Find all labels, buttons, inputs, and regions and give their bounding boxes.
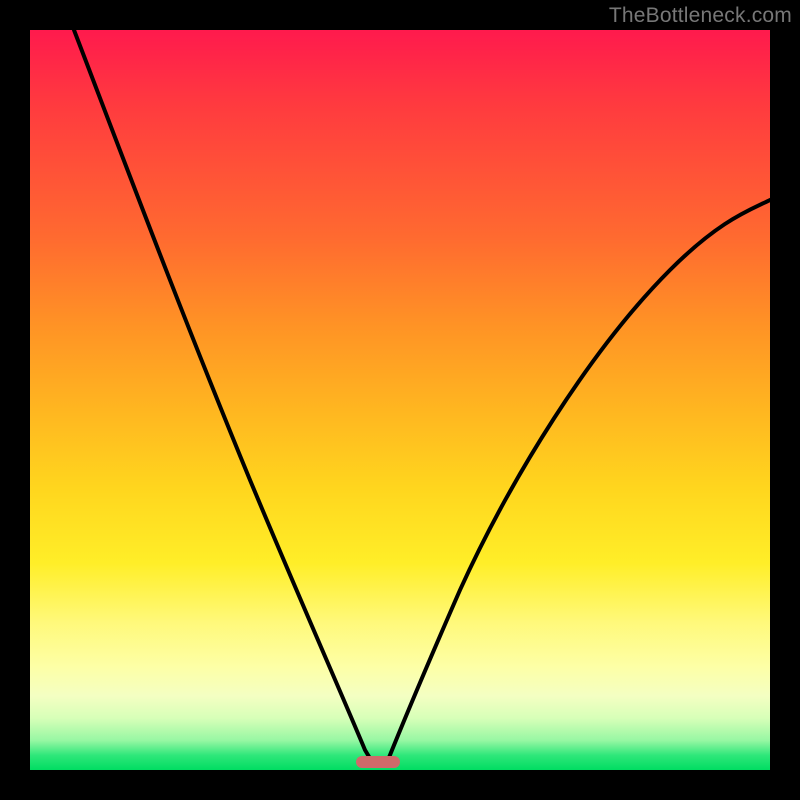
left-curve — [74, 30, 374, 765]
right-curve — [386, 200, 770, 765]
chart-frame: TheBottleneck.com — [0, 0, 800, 800]
curves-layer — [30, 30, 770, 770]
watermark-text: TheBottleneck.com — [609, 4, 792, 28]
min-marker — [356, 756, 400, 768]
plot-area — [30, 30, 770, 770]
